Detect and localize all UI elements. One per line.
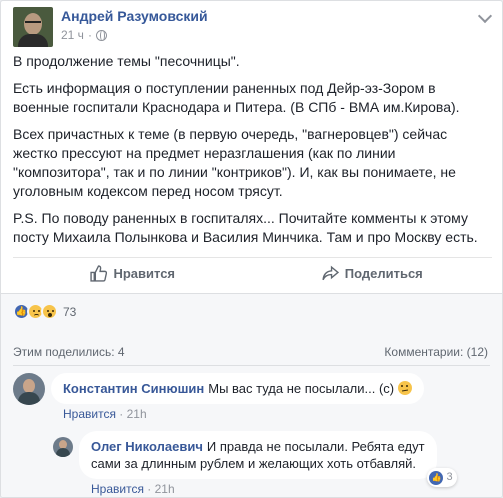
wow-icon	[41, 303, 58, 320]
globe-icon	[95, 29, 107, 41]
post-meta: 21 ч ·	[61, 26, 208, 44]
post-options-chevron-icon[interactable]	[477, 8, 493, 24]
commenter-name-link[interactable]: Константин Синюшин	[63, 381, 204, 396]
comment-bubble: Олег Николаевич И правда не посылали. Реб…	[79, 431, 457, 487]
commenter-avatar[interactable]	[13, 373, 45, 405]
comment-like-link[interactable]: Нравится	[63, 407, 116, 421]
post-header: Андрей Разумовский 21 ч ·	[13, 7, 208, 47]
comment-bubble: Константин Синюшин Мы вас туда не посылал…	[51, 373, 424, 404]
comment-text: Мы вас туда не посылали... (с)	[208, 381, 395, 396]
divider	[13, 365, 490, 366]
like-button[interactable]: Нравится	[13, 259, 253, 287]
post-paragraph: В продолжение темы "песочницы".	[13, 53, 240, 69]
like-button-label: Нравится	[113, 265, 176, 281]
post-time[interactable]: 21 ч	[61, 26, 84, 44]
post-paragraph: P.S. По поводу раненных в госпиталях... …	[13, 210, 478, 245]
comment-reactions[interactable]: 👍 3	[427, 468, 457, 487]
comments-count-link[interactable]: Комментарии: (12)	[384, 345, 488, 359]
comment: Константин Синюшин Мы вас туда не посылал…	[13, 373, 424, 421]
comment-meta: Нравится · 21h	[91, 482, 175, 496]
post-paragraph: Есть информация о поступлении раненных п…	[13, 80, 460, 115]
comment-reaction-count: 3	[446, 471, 453, 483]
post-paragraph: Всех причастных к теме (в первую очередь…	[13, 126, 456, 199]
comment-like-link[interactable]: Нравится	[91, 482, 144, 496]
action-bar: Нравится Поделиться	[13, 257, 492, 287]
share-button-label: Поделиться	[344, 265, 423, 281]
commenter-avatar[interactable]	[53, 437, 73, 457]
shares-link[interactable]: Этим поделились: 4	[13, 345, 125, 359]
reactions-summary[interactable]: 👍 73	[13, 303, 76, 320]
comment-time[interactable]: 21h	[127, 407, 147, 421]
post-card: Андрей Разумовский 21 ч · В продолжение …	[0, 0, 503, 498]
feedback-section: 👍 73 Этим поделились: 4 Комментарии: (12…	[1, 293, 502, 497]
reaction-count[interactable]: 73	[63, 305, 76, 319]
author-avatar[interactable]	[13, 7, 53, 47]
comment-text-line: сами за длинным рублем и желающих хоть о…	[91, 456, 417, 471]
comment-text-line: И правда не посылали. Ребята едут	[206, 439, 425, 454]
comment-reply: Олег Николаевич И правда не посылали. Реб…	[53, 431, 457, 496]
comment-time[interactable]: 21h	[155, 482, 175, 496]
share-arrow-icon	[322, 265, 339, 280]
like-icon: 👍	[429, 470, 444, 485]
confused-emoji-icon	[397, 381, 412, 395]
commenter-name-link[interactable]: Олег Николаевич	[91, 439, 203, 454]
share-button[interactable]: Поделиться	[253, 259, 493, 287]
comment-meta: Нравится · 21h	[63, 407, 147, 421]
post-body: В продолжение темы "песочницы". Есть инф…	[13, 52, 493, 255]
thumbs-up-icon	[90, 264, 108, 282]
author-name-link[interactable]: Андрей Разумовский	[61, 7, 208, 25]
